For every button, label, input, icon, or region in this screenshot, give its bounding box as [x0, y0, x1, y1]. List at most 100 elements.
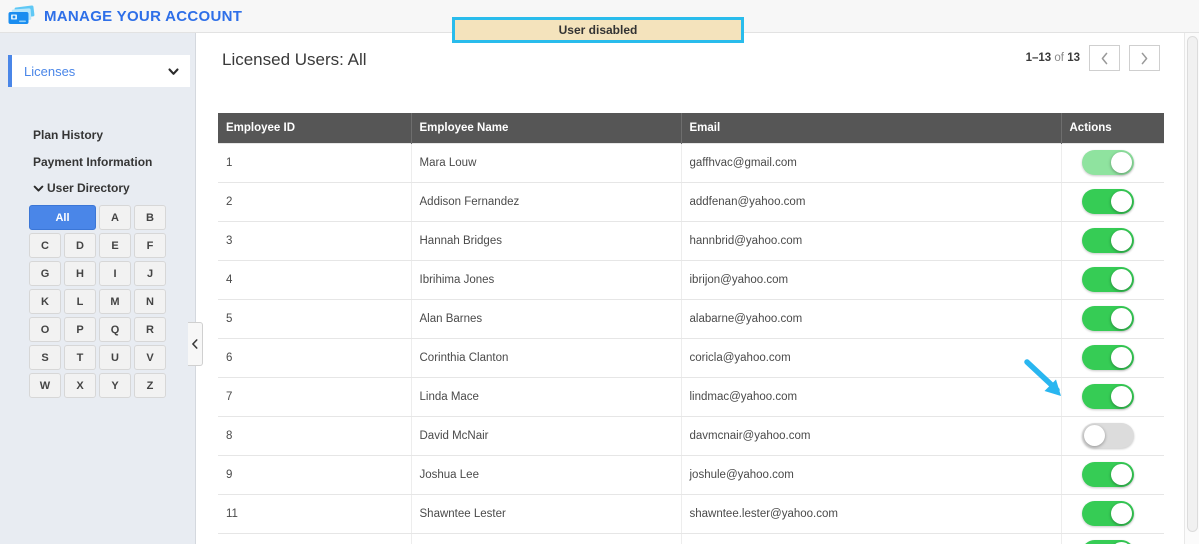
letter-filter-c[interactable]: C	[29, 233, 61, 258]
cell-email: hannbrid@yahoo.com	[681, 221, 1062, 261]
table-row: ORG-001Henryhenry@berijam.com	[218, 533, 1164, 544]
app-title: MANAGE YOUR ACCOUNT	[44, 7, 243, 25]
letter-filter-m[interactable]: M	[99, 289, 131, 314]
toggle-knob	[1110, 464, 1132, 485]
letter-filter-o[interactable]: O	[29, 317, 61, 342]
sidebar-item-payment-information[interactable]: Payment Information	[33, 155, 152, 169]
cell-id: 11	[218, 494, 412, 534]
sidebar-item-licenses[interactable]: Licenses	[8, 55, 190, 87]
table-row: 9 Joshua Lee joshule@yahoo.com	[218, 455, 1164, 495]
letter-filter-k[interactable]: K	[29, 289, 61, 314]
letter-filter-all[interactable]: All	[29, 205, 96, 230]
pagination-of-label: of	[1054, 52, 1064, 64]
user-enabled-toggle[interactable]	[1081, 228, 1134, 253]
brand[interactable]: MANAGE YOUR ACCOUNT	[6, 3, 242, 29]
table-row: 8 David McNair davmcnair@yahoo.com	[218, 416, 1164, 456]
cell-id: 3	[218, 221, 412, 261]
user-enabled-toggle[interactable]	[1081, 150, 1134, 175]
cell-email: alabarne@yahoo.com	[681, 299, 1062, 339]
users-table-container: Employee ID Employee Name Email Actions …	[218, 113, 1164, 544]
table-row: 5 Alan Barnes alabarne@yahoo.com	[218, 299, 1164, 339]
sidebar-collapse-button[interactable]	[188, 322, 203, 366]
cell-id: ORG-001	[218, 533, 412, 544]
pagination-count: 1–13 of 13	[1026, 52, 1080, 64]
letter-filter-y[interactable]: Y	[99, 373, 131, 398]
sidebar-item-plan-history[interactable]: Plan History	[33, 128, 103, 142]
scrollbar-thumb[interactable]	[1187, 36, 1198, 532]
user-enabled-toggle[interactable]	[1081, 462, 1134, 487]
cell-id: 9	[218, 455, 412, 495]
user-enabled-toggle[interactable]	[1081, 540, 1134, 544]
cell-email: joshule@yahoo.com	[681, 455, 1062, 495]
sidebar-item-user-directory[interactable]: User Directory	[33, 181, 130, 195]
cell-id: 7	[218, 377, 412, 417]
letter-filter-a[interactable]: A	[99, 205, 131, 230]
letter-filter-i[interactable]: I	[99, 261, 131, 286]
table-row: 11 Shawntee Lester shawntee.lester@yahoo.c…	[218, 494, 1164, 534]
page-vertical-scrollbar[interactable]	[1184, 33, 1199, 544]
letter-filter-l[interactable]: L	[64, 289, 96, 314]
letter-filter-v[interactable]: V	[134, 345, 166, 370]
table-row: 7 Linda Mace lindmac@yahoo.com	[218, 377, 1164, 417]
licensed-users-table: Employee ID Employee Name Email Actions …	[218, 113, 1164, 544]
toggle-knob	[1110, 308, 1132, 329]
table-header-row: Employee ID Employee Name Email Actions	[218, 113, 1164, 143]
caret-down-icon	[33, 185, 44, 192]
letter-filter-u[interactable]: U	[99, 345, 131, 370]
cell-id: 8	[218, 416, 412, 456]
user-enabled-toggle[interactable]	[1081, 384, 1134, 409]
letter-filter-z[interactable]: Z	[134, 373, 166, 398]
cell-email: davmcnair@yahoo.com	[681, 416, 1062, 456]
cell-name: Henry	[411, 533, 682, 544]
cell-actions	[1061, 455, 1164, 495]
letter-filter-s[interactable]: S	[29, 345, 61, 370]
pagination-next-button[interactable]	[1129, 45, 1160, 71]
user-enabled-toggle[interactable]	[1081, 423, 1134, 448]
letter-filter-f[interactable]: F	[134, 233, 166, 258]
toggle-knob	[1110, 152, 1132, 173]
sidebar-item-user-directory-label: User Directory	[47, 181, 130, 195]
manage-account-page: MANAGE YOUR ACCOUNT User disabled Licens…	[0, 0, 1199, 544]
cell-actions	[1061, 260, 1164, 300]
pagination: 1–13 of 13	[1026, 45, 1160, 71]
letter-filter-w[interactable]: W	[29, 373, 61, 398]
cards-icon	[8, 5, 35, 24]
toggle-knob	[1110, 269, 1132, 290]
letter-filter-t[interactable]: T	[64, 345, 96, 370]
letter-filter-j[interactable]: J	[134, 261, 166, 286]
column-header-employee-name[interactable]: Employee Name	[411, 113, 682, 143]
table-row: 4 Ibrihima Jones ibrijon@yahoo.com	[218, 260, 1164, 300]
table-body: 1 Mara Louw gaffhvac@gmail.com 2 Addison Fer…	[218, 142, 1164, 544]
letter-filter-q[interactable]: Q	[99, 317, 131, 342]
user-enabled-toggle[interactable]	[1081, 306, 1134, 331]
cell-email: coricla@yahoo.com	[681, 338, 1062, 378]
chevron-left-icon	[192, 339, 198, 349]
letter-filter-p[interactable]: P	[64, 317, 96, 342]
letter-filter-e[interactable]: E	[99, 233, 131, 258]
letter-filter-n[interactable]: N	[134, 289, 166, 314]
column-header-email[interactable]: Email	[681, 113, 1062, 143]
user-enabled-toggle[interactable]	[1081, 267, 1134, 292]
user-enabled-toggle[interactable]	[1081, 501, 1134, 526]
toggle-knob	[1110, 191, 1132, 212]
cell-id: 5	[218, 299, 412, 339]
user-enabled-toggle[interactable]	[1081, 345, 1134, 370]
cell-actions	[1061, 494, 1164, 534]
cell-email: shawntee.lester@yahoo.com	[681, 494, 1062, 534]
column-header-actions: Actions	[1061, 113, 1164, 143]
toggle-knob	[1110, 503, 1132, 524]
letter-filter-g[interactable]: G	[29, 261, 61, 286]
column-header-employee-id[interactable]: Employee ID	[218, 113, 412, 143]
cell-email: ibrijon@yahoo.com	[681, 260, 1062, 300]
letter-filter-h[interactable]: H	[64, 261, 96, 286]
toggle-knob	[1110, 230, 1132, 251]
letter-filter-x[interactable]: X	[64, 373, 96, 398]
cell-email: henry@berijam.com	[681, 533, 1062, 544]
cell-name: Linda Mace	[411, 377, 682, 417]
user-enabled-toggle[interactable]	[1081, 189, 1134, 214]
letter-filter-b[interactable]: B	[134, 205, 166, 230]
cell-actions	[1061, 142, 1164, 183]
letter-filter-r[interactable]: R	[134, 317, 166, 342]
pagination-prev-button[interactable]	[1089, 45, 1120, 71]
letter-filter-d[interactable]: D	[64, 233, 96, 258]
